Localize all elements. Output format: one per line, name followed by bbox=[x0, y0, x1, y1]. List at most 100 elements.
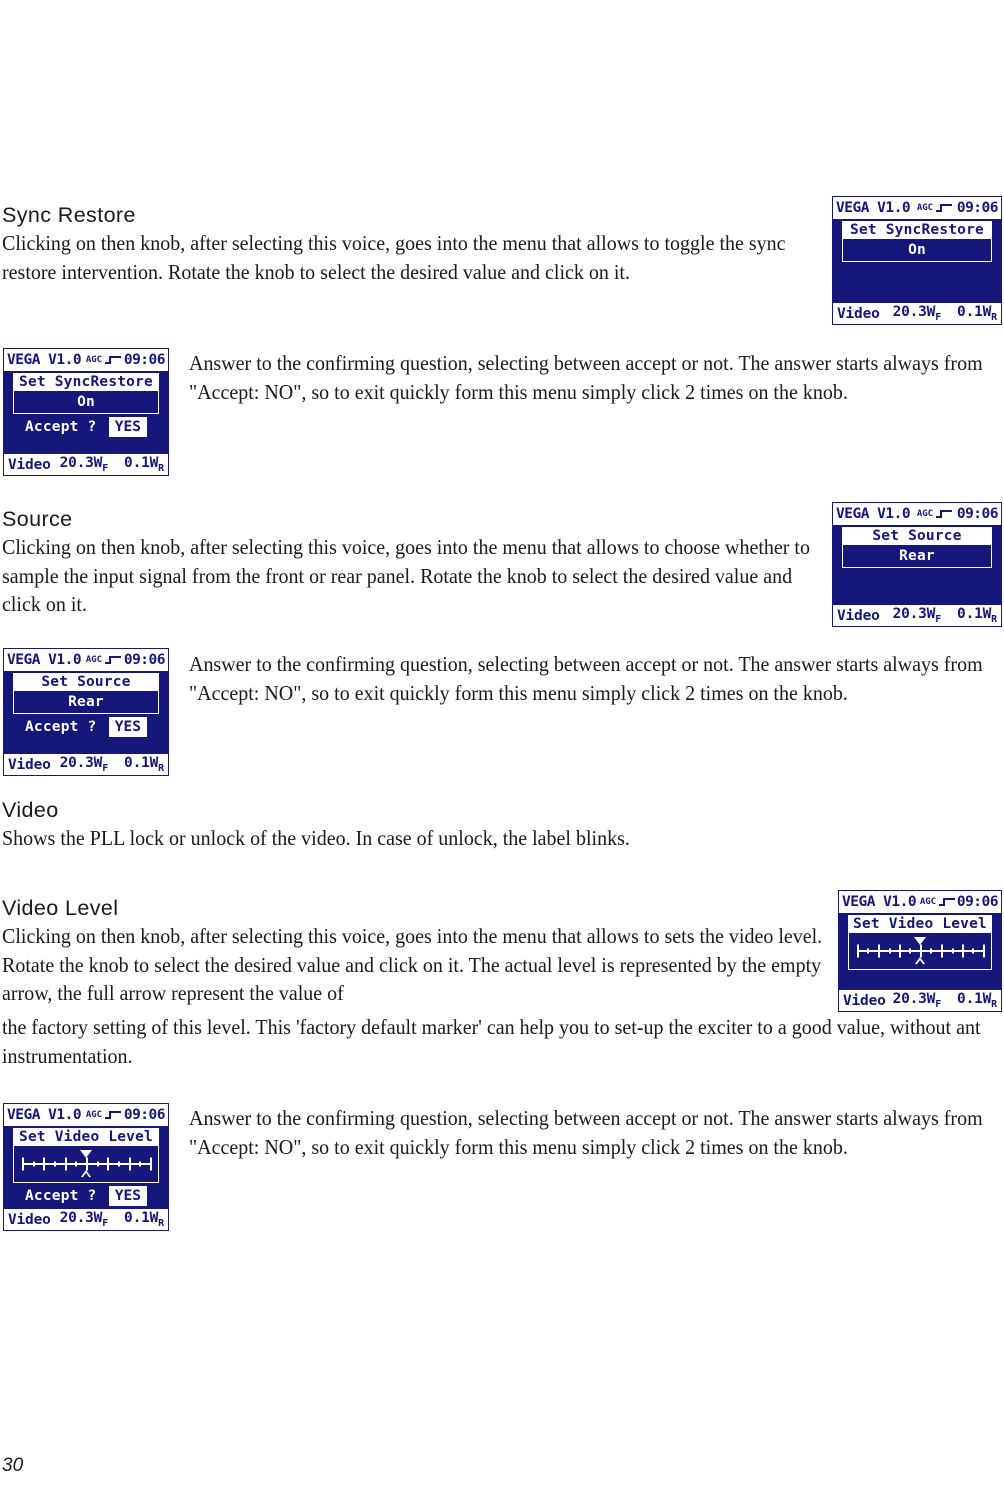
status-forward-power: 20.3WF bbox=[892, 991, 942, 1010]
lcd-status-bar: Video 20.3WF 0.1WR bbox=[839, 990, 1001, 1011]
video-level-slider[interactable] bbox=[849, 933, 991, 969]
lcd-panel-sync-restore-confirm: VEGA V1.0 AGC 09:06 Set SyncRestore On A… bbox=[3, 348, 169, 476]
accept-confirm-row: Accept ? YES bbox=[13, 714, 159, 738]
agc-label: AGC bbox=[85, 355, 103, 365]
lcd-menu-area: Set Source Rear bbox=[833, 525, 1001, 605]
accept-confirm-row: Accept ? YES bbox=[13, 1183, 159, 1207]
menu-value[interactable]: Rear bbox=[14, 691, 158, 713]
agc-indicator: AGC bbox=[916, 509, 949, 519]
status-reverse-power: 0.1WR bbox=[957, 991, 997, 1010]
factory-default-marker-icon bbox=[80, 1150, 92, 1158]
status-signal-label: Video bbox=[8, 456, 51, 473]
lcd-model-label: VEGA V1.0 bbox=[7, 352, 82, 368]
square-step-icon bbox=[105, 656, 118, 664]
accept-question-label: Accept ? bbox=[25, 1187, 97, 1204]
lcd-menu-area: Set Video Level bbox=[839, 913, 1001, 990]
agc-indicator: AGC bbox=[920, 897, 952, 907]
current-level-marker-icon bbox=[915, 957, 925, 964]
lcd-menu-area: Set SyncRestore On bbox=[833, 219, 1001, 303]
slider-scale bbox=[22, 1157, 152, 1171]
menu-value[interactable]: On bbox=[14, 391, 158, 413]
lcd-clock: 09:06 bbox=[956, 200, 999, 216]
confirm-paragraph-source: Answer to the confirming question, selec… bbox=[189, 650, 1004, 707]
lcd-panel-source-confirm: VEGA V1.0 AGC 09:06 Set Source Rear Acce… bbox=[3, 648, 169, 776]
agc-indicator: AGC bbox=[85, 655, 118, 665]
square-step-icon bbox=[105, 1111, 118, 1119]
menu-box: Set Source Rear bbox=[842, 527, 992, 568]
lcd-panel-video-level-menu: VEGA V1.0 AGC 09:06 Set Video Level Vide… bbox=[838, 890, 1002, 1012]
section-body-video-level-wide: the factory setting of this level. This … bbox=[2, 1015, 981, 1068]
section-body-source: Clicking on then knob, after selecting t… bbox=[2, 535, 810, 616]
accept-confirm-row: Accept ? YES bbox=[13, 414, 159, 438]
status-reverse-power: 0.1WR bbox=[957, 606, 997, 625]
menu-value[interactable]: Rear bbox=[843, 545, 991, 567]
agc-label: AGC bbox=[916, 203, 934, 213]
square-step-icon bbox=[939, 898, 952, 906]
menu-box: Set Video Level bbox=[13, 1128, 159, 1183]
menu-title: Set Video Level bbox=[14, 1129, 158, 1146]
lcd-titlebar: VEGA V1.0 AGC 09:06 bbox=[4, 349, 168, 371]
confirm-paragraph-sync-restore: Answer to the confirming question, selec… bbox=[189, 349, 1004, 406]
section-body-video: Shows the PLL lock or unlock of the vide… bbox=[2, 826, 630, 850]
lcd-titlebar: VEGA V1.0 AGC 09:06 bbox=[839, 891, 1001, 913]
lcd-titlebar: VEGA V1.0 AGC 09:06 bbox=[833, 503, 1001, 525]
lcd-menu-area: Set Video Level bbox=[4, 1126, 168, 1209]
accept-question-label: Accept ? bbox=[25, 718, 97, 735]
menu-title: Set SyncRestore bbox=[843, 222, 991, 239]
square-step-icon bbox=[105, 356, 118, 364]
section-video: Video Shows the PLL lock or unlock of th… bbox=[2, 797, 902, 853]
square-step-icon bbox=[936, 204, 949, 212]
lcd-status-bar: Video 20.3WF 0.1WR bbox=[833, 605, 1001, 626]
confirm-paragraph-text: Answer to the confirming question, selec… bbox=[189, 652, 983, 705]
section-body-sync-restore: Clicking on then knob, after selecting t… bbox=[2, 231, 786, 284]
status-forward-power: 20.3WF bbox=[59, 1210, 109, 1229]
factory-default-marker-icon bbox=[914, 937, 926, 945]
menu-value[interactable]: On bbox=[843, 239, 991, 261]
status-reverse-power: 0.1WR bbox=[957, 304, 997, 323]
section-source: Source Clicking on then knob, after sele… bbox=[2, 506, 822, 619]
status-forward-power: 20.3WF bbox=[59, 455, 109, 474]
lcd-model-label: VEGA V1.0 bbox=[836, 506, 911, 522]
status-signal-label: Video bbox=[843, 992, 886, 1009]
lcd-status-bar: Video 20.3WF 0.1WR bbox=[4, 754, 168, 775]
section-heading-video: Video bbox=[2, 798, 59, 822]
confirm-paragraph-text: Answer to the confirming question, selec… bbox=[189, 351, 983, 404]
manual-page: Sync Restore Clicking on then knob, afte… bbox=[0, 0, 1004, 1502]
status-signal-label: Video bbox=[8, 756, 51, 773]
status-signal-label: Video bbox=[8, 1211, 51, 1228]
square-step-icon bbox=[936, 510, 949, 518]
slider-scale bbox=[857, 944, 985, 958]
lcd-model-label: VEGA V1.0 bbox=[7, 652, 82, 668]
lcd-status-bar: Video 20.3WF 0.1WR bbox=[4, 454, 168, 475]
page-number: 30 bbox=[2, 1455, 24, 1476]
lcd-menu-area: Set Source Rear Accept ? YES bbox=[4, 671, 168, 754]
menu-box: Set Video Level bbox=[848, 915, 992, 970]
lcd-status-bar: Video 20.3WF 0.1WR bbox=[833, 303, 1001, 324]
agc-indicator: AGC bbox=[86, 1110, 118, 1120]
section-body-video-level-narrow: Clicking on then knob, after selecting t… bbox=[2, 924, 823, 1005]
section-video-level-continued: the factory setting of this level. This … bbox=[2, 1013, 1002, 1070]
lcd-titlebar: VEGA V1.0 AGC 09:06 bbox=[4, 1104, 168, 1126]
video-level-slider[interactable] bbox=[14, 1146, 158, 1182]
confirm-paragraph-text: Answer to the confirming question, selec… bbox=[189, 1106, 983, 1159]
agc-label: AGC bbox=[916, 509, 934, 519]
menu-title: Set Source bbox=[14, 674, 158, 691]
lcd-clock: 09:06 bbox=[123, 652, 166, 668]
section-heading-sync-restore: Sync Restore bbox=[2, 203, 136, 227]
status-reverse-power: 0.1WR bbox=[124, 755, 164, 774]
accept-answer-value[interactable]: YES bbox=[108, 416, 147, 437]
menu-box: Set SyncRestore On bbox=[13, 373, 159, 414]
agc-label: AGC bbox=[85, 655, 103, 665]
lcd-panel-sync-restore-menu: VEGA V1.0 AGC 09:06 Set SyncRestore On V… bbox=[832, 196, 1002, 325]
confirm-paragraph-video-level: Answer to the confirming question, selec… bbox=[189, 1104, 1004, 1161]
status-forward-power: 20.3WF bbox=[59, 755, 109, 774]
status-signal-label: Video bbox=[837, 305, 880, 322]
lcd-status-bar: Video 20.3WF 0.1WR bbox=[4, 1209, 168, 1230]
lcd-panel-source-menu: VEGA V1.0 AGC 09:06 Set Source Rear Vide… bbox=[832, 502, 1002, 627]
accept-answer-value[interactable]: YES bbox=[108, 1185, 147, 1206]
menu-title: Set SyncRestore bbox=[14, 374, 158, 391]
agc-indicator: AGC bbox=[916, 203, 949, 213]
lcd-model-label: VEGA V1.0 bbox=[842, 894, 917, 910]
accept-answer-value[interactable]: YES bbox=[108, 716, 147, 737]
lcd-clock: 09:06 bbox=[123, 1107, 166, 1123]
